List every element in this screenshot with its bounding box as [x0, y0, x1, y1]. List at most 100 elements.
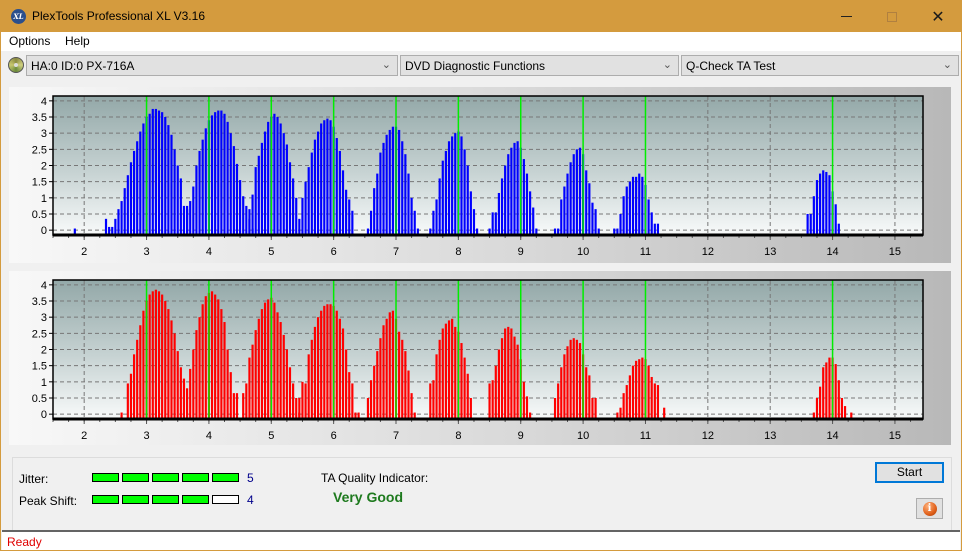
bar	[288, 367, 292, 419]
bar	[242, 393, 245, 419]
bar	[591, 202, 594, 235]
x-tick-label: 2	[81, 430, 87, 442]
pit-distribution-chart: 0 0.5 1 1.5 2 2.5 3 3.5 4 2 3 4 5 6 7 8 9 10 11 12 13 14 15	[32, 279, 924, 442]
menu-help[interactable]: Help	[65, 34, 90, 48]
bar	[388, 129, 391, 235]
bar	[341, 170, 345, 235]
bar	[572, 154, 575, 235]
bar	[557, 383, 560, 419]
bar	[650, 212, 653, 235]
bar	[441, 328, 444, 419]
bar	[385, 134, 388, 235]
y-tick-label: 0.5	[32, 209, 47, 221]
bar	[164, 301, 167, 419]
y-tick-label: 1.5	[32, 361, 47, 373]
y-tick-label: 0	[41, 225, 47, 237]
bar	[263, 302, 267, 419]
bar	[516, 141, 519, 235]
bar	[391, 126, 394, 235]
y-tick-label: 3	[41, 312, 47, 324]
bar	[631, 176, 635, 235]
app-logo-icon: XL	[11, 9, 26, 24]
bar	[316, 317, 320, 419]
bar	[192, 186, 195, 235]
bar	[663, 407, 666, 419]
bar	[173, 333, 176, 419]
bar	[469, 397, 472, 419]
bar	[260, 142, 264, 235]
bar	[466, 373, 469, 419]
bar	[217, 299, 220, 419]
bar	[560, 367, 563, 419]
bar	[323, 120, 326, 235]
bar	[435, 199, 438, 235]
bar	[585, 367, 588, 419]
menu-options[interactable]: Options	[9, 34, 50, 48]
bar	[840, 397, 844, 419]
bar	[638, 173, 641, 235]
bar	[273, 113, 276, 235]
test-select-value: Q-Check TA Test	[686, 59, 776, 73]
bar	[214, 294, 217, 419]
bar	[382, 325, 385, 419]
bar	[628, 375, 631, 419]
x-tick-label: 5	[268, 430, 274, 442]
minimize-button[interactable]	[823, 1, 869, 32]
bar	[834, 204, 837, 235]
bar	[195, 330, 198, 419]
x-tick-label: 2	[81, 246, 87, 258]
bar	[454, 133, 457, 235]
bar	[148, 294, 151, 419]
bar	[239, 180, 242, 235]
bar	[307, 167, 310, 235]
bar	[463, 357, 466, 419]
bar	[647, 199, 650, 235]
y-tick-label: 0	[41, 409, 47, 421]
bar	[510, 147, 513, 235]
bar	[828, 357, 831, 419]
bar	[154, 289, 157, 419]
bar	[376, 173, 379, 235]
y-tick-label: 2.5	[32, 328, 47, 340]
y-tick-label: 2.5	[32, 144, 47, 156]
info-button[interactable]: i	[916, 498, 943, 519]
bar	[591, 397, 594, 419]
title-bar[interactable]: XL PlexTools Professional XL V3.16 ✕	[1, 1, 961, 32]
bar	[641, 357, 644, 419]
jitter-value: 5	[247, 471, 254, 485]
minimize-icon	[840, 16, 852, 17]
bar	[251, 344, 254, 419]
bar	[248, 357, 251, 419]
bar	[292, 383, 295, 419]
x-tick-label: 15	[889, 430, 901, 442]
bar	[410, 197, 413, 235]
bar	[173, 149, 176, 235]
bar	[232, 393, 235, 419]
peak-shift-value: 4	[247, 493, 254, 507]
bar	[469, 191, 472, 235]
bar	[282, 133, 285, 235]
x-tick-label: 5	[268, 246, 274, 258]
bar	[151, 291, 154, 419]
drive-select[interactable]: HA:0 ID:0 PX-716A ⌄	[26, 55, 398, 76]
start-button[interactable]: Start	[875, 462, 944, 483]
jitter-label: Jitter:	[19, 472, 49, 486]
function-select[interactable]: DVD Diagnostic Functions ⌄	[400, 55, 679, 76]
test-select[interactable]: Q-Check TA Test ⌄	[681, 55, 959, 76]
bar	[622, 393, 625, 419]
bar	[635, 360, 638, 419]
bar	[136, 141, 139, 235]
bar	[619, 407, 622, 419]
bar	[379, 338, 382, 419]
chevron-down-icon: ⌄	[662, 59, 672, 71]
bar	[656, 385, 660, 419]
bar	[529, 191, 532, 235]
bar	[326, 304, 329, 419]
x-tick-label: 11	[640, 246, 651, 258]
bar	[301, 197, 304, 235]
close-button[interactable]: ✕	[915, 1, 961, 32]
bar	[185, 209, 189, 235]
maximize-button[interactable]	[869, 1, 915, 32]
bar	[532, 207, 535, 235]
bar	[223, 113, 226, 235]
